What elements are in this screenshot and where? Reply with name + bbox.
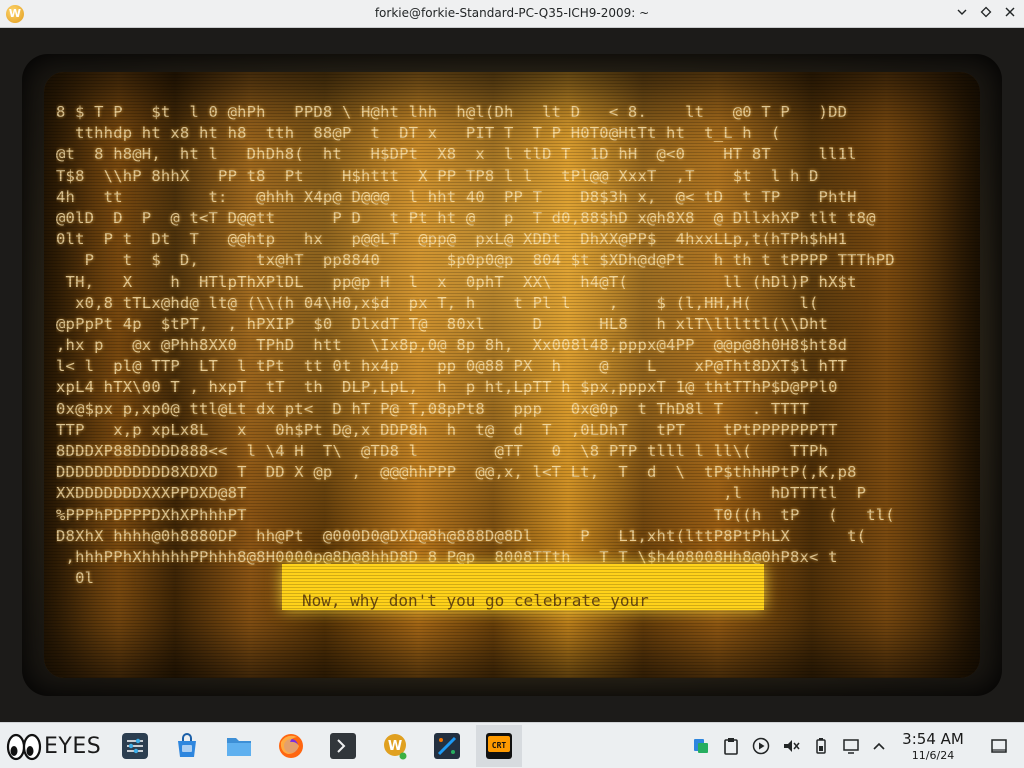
media-play-icon[interactable] (752, 737, 770, 755)
ascii-art-display: 8 $ T P $t l 0 @hPh PPD8 \ H@ht lhh h@l(… (56, 102, 976, 589)
ascii-art-row: @t 8 h8@H, ht l DhDh8( ht H$DPt X8 x l t… (56, 145, 857, 164)
volume-muted-icon[interactable] (782, 737, 800, 755)
ascii-art-row: tthhdp ht x8 ht h8 tth 88@P t DT x PIT T… (56, 124, 800, 143)
task-discover[interactable] (164, 725, 210, 767)
task-plasma-app[interactable] (424, 725, 470, 767)
svg-text:W: W (388, 739, 402, 754)
ascii-art-row: 8DDDXP88DDDDD888<< l \4 H T\ @TD8 l @TT … (56, 442, 829, 460)
window-titlebar[interactable]: W forkie@forkie-Standard-PC-Q35-ICH9-200… (0, 0, 1024, 28)
close-icon (1005, 7, 1015, 17)
launcher-label: EYES (44, 734, 102, 759)
window-title: forkie@forkie-Standard-PC-Q35-ICH9-2009:… (374, 6, 650, 20)
application-launcher[interactable]: EYES (4, 729, 108, 763)
clock-date[interactable]: 11/6/24 (898, 749, 968, 762)
chevron-up-icon[interactable] (870, 737, 888, 755)
settings-sliders-icon (122, 733, 148, 759)
task-firefox[interactable] (268, 725, 314, 767)
task-file-manager[interactable] (216, 725, 262, 767)
ascii-art-row: 4h tt t: @hhh X4p@ D@@@ l hht 40 PP T D8… (56, 187, 857, 206)
task-terminal[interactable] (320, 725, 366, 767)
ascii-art-row: XXDDDDDDDXXXPPDXD@8T ,l hDTTTtl P (56, 484, 867, 503)
crt-icon: CRT (486, 733, 512, 759)
maximize-button[interactable] (976, 4, 996, 24)
ascii-art-row: ,hx p @x @Phh8XX0 TPhD htt \Ix8p,0@ 8p 8… (56, 336, 848, 355)
store-bag-icon (178, 733, 196, 757)
taskbar: EYES W CRT 3:54 AM 11/6/24 (0, 722, 1024, 768)
ascii-art-row: l< l pl@ TTP LT l tPt tt 0t hx4p pp 0@88… (56, 357, 848, 376)
ascii-art-row: TH, X h HTlpThXPlDL pp@p H l x 0phT XX\ … (56, 272, 857, 291)
ascii-art-row: T$8 \\hP 8hhX PP t8 Pt H$httt X PP TP8 l… (56, 166, 819, 185)
clipboard-icon[interactable] (722, 737, 740, 755)
ascii-art-row: 0x@$px p,xp0@ ttl@Lt dx pt< D hT P@ T,08… (56, 399, 810, 418)
dialog-text: Now, why don't you go celebrate your (302, 591, 649, 610)
folder-icon (227, 738, 251, 756)
show-desktop-icon[interactable] (990, 737, 1008, 755)
ascii-art-row: xpL4 hTX\00 T , hxpT tT th DLP,LpL, h p … (56, 378, 838, 397)
crt-screen[interactable]: 8 $ T P $t l 0 @hPh PPD8 \ H@ht lhh h@l(… (44, 72, 980, 678)
close-button[interactable] (1000, 4, 1020, 24)
display-icon[interactable] (842, 737, 860, 755)
ascii-art-row: 8 $ T P $t l 0 @hPh PPD8 \ H@ht lhh h@l(… (56, 103, 848, 121)
eyes-icon (6, 733, 42, 761)
task-wine-app[interactable]: W (372, 725, 418, 767)
firefox-icon (279, 734, 303, 758)
network-icon[interactable] (692, 737, 710, 755)
ascii-art-row: @0lD D P @ t<T D@@tt P D t Pt ht @ p T d… (56, 208, 876, 227)
ascii-art-row: TTP x,p xpLx8L x 0h$Pt D@,x DDP8h h t@ d… (56, 420, 838, 439)
paintbrush-icon (434, 733, 460, 759)
terminal-icon (330, 733, 356, 759)
svg-text:CRT: CRT (492, 741, 507, 750)
minimize-button[interactable] (952, 4, 972, 24)
ascii-art-row: @pPpPt 4p $tPT, , hPXIP $0 DlxdT T@ 80xl… (56, 314, 829, 333)
ascii-art-row: x0,8 tTLx@hd@ lt@ (\\(h 04\H0,x$d px T, … (56, 293, 819, 312)
terminal-viewport[interactable]: 8 $ T P $t l 0 @hPh PPD8 \ H@ht lhh h@l(… (0, 28, 1024, 722)
task-cool-retro-term[interactable]: CRT (476, 725, 522, 767)
ascii-art-row: P t $ D, tx@hT pp8840 $p0p0@p 804 $t $XD… (56, 251, 895, 270)
wine-glass-icon: W (384, 734, 407, 760)
ascii-art-row: 0lt P t Dt T @@htp hx p@@LT @pp@ pxL@ XD… (56, 230, 848, 249)
dialog-box: Now, why don't you go celebrate your (282, 564, 764, 610)
chevron-down-icon (957, 9, 967, 15)
ascii-art-row: D8XhX hhhh@0h8880DP hh@Pt @000D0@DXD@8h@… (56, 526, 867, 545)
diamond-icon (980, 6, 992, 18)
battery-icon[interactable] (812, 737, 830, 755)
ascii-art-row: DDDDDDDDDDDD8XDXD T DD X @p , @@@hhPPP @… (56, 463, 857, 482)
ascii-art-row: %PPPhPDPPPDXhXPhhhPT T0((h tP ( tl( (56, 505, 895, 524)
clock-time[interactable]: 3:54 AM (898, 730, 968, 748)
task-system-settings[interactable] (112, 725, 158, 767)
